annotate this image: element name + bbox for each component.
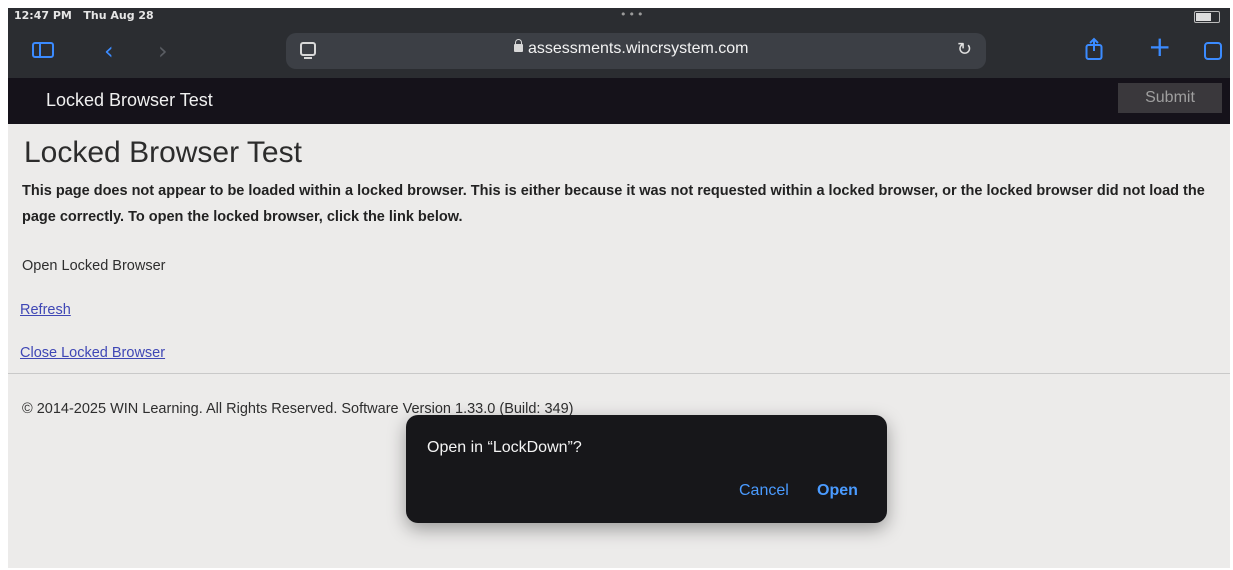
locked-browser-notice: This page does not appear to be loaded w… bbox=[22, 183, 1205, 225]
status-bar: 12:47 PM Thu Aug 28 ••• bbox=[8, 8, 1230, 30]
screenshot-frame: 12:47 PM Thu Aug 28 ••• ‹ › assessments.… bbox=[8, 8, 1230, 568]
share-icon[interactable] bbox=[1085, 37, 1103, 66]
page-title: Locked Browser Test bbox=[24, 136, 302, 169]
forward-icon[interactable]: › bbox=[158, 39, 168, 63]
cancel-button[interactable]: Cancel bbox=[739, 482, 789, 500]
address-bar[interactable]: assessments.wincrsystem.com ↻ bbox=[286, 33, 986, 69]
status-date: Thu Aug 28 bbox=[83, 9, 154, 22]
back-icon[interactable]: ‹ bbox=[104, 39, 114, 63]
sidebar-icon[interactable] bbox=[32, 42, 54, 58]
tabs-icon[interactable] bbox=[1204, 42, 1222, 60]
close-locked-browser-link[interactable]: Close Locked Browser bbox=[20, 345, 165, 361]
reload-icon[interactable]: ↻ bbox=[957, 39, 972, 60]
battery-icon bbox=[1194, 11, 1220, 23]
new-tab-icon[interactable]: + bbox=[1148, 33, 1171, 61]
dialog-title: Open in “LockDown”? bbox=[427, 439, 582, 456]
open-locked-browser-text[interactable]: Open Locked Browser bbox=[22, 258, 165, 274]
open-button[interactable]: Open bbox=[817, 482, 858, 500]
multitasking-dots-icon[interactable]: ••• bbox=[620, 8, 645, 21]
status-time-value: 12:47 PM bbox=[14, 9, 72, 22]
lock-icon bbox=[514, 39, 523, 52]
url-text[interactable]: assessments.wincrsystem.com bbox=[528, 40, 749, 58]
status-time: 12:47 PM Thu Aug 28 bbox=[14, 9, 154, 22]
browser-toolbar: ‹ › assessments.wincrsystem.com ↻ + bbox=[8, 30, 1230, 78]
divider bbox=[8, 373, 1230, 374]
reader-icon[interactable] bbox=[300, 42, 316, 59]
refresh-link[interactable]: Refresh bbox=[20, 302, 71, 318]
open-in-app-dialog: Open in “LockDown”? Cancel Open bbox=[406, 415, 887, 523]
site-header: Locked Browser Test Submit bbox=[8, 78, 1230, 124]
site-title: Locked Browser Test bbox=[46, 90, 213, 110]
submit-button[interactable]: Submit bbox=[1118, 83, 1222, 113]
